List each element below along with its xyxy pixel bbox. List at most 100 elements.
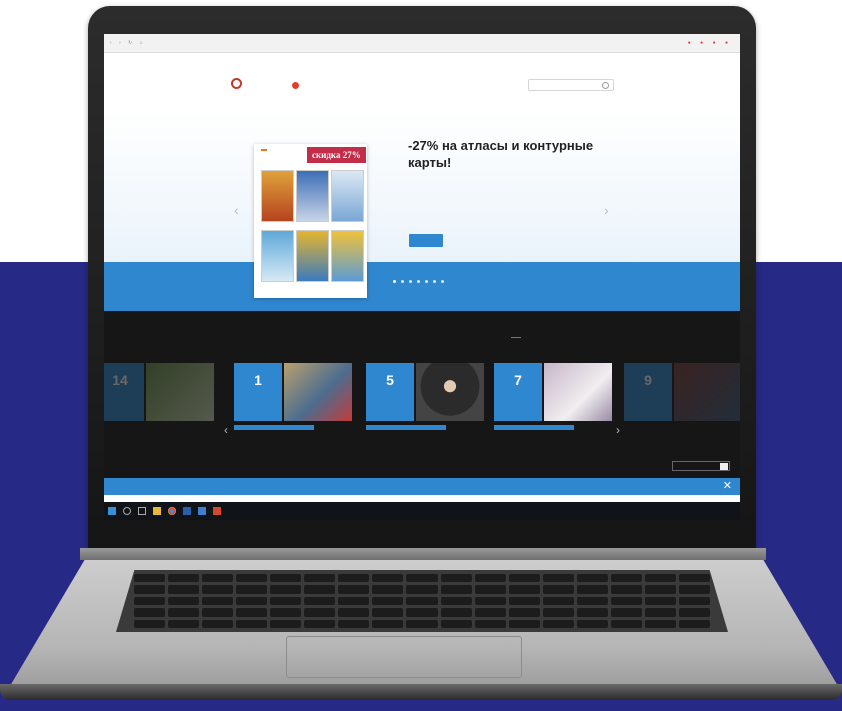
keyboard-key: [270, 608, 302, 617]
event-day: 7: [514, 372, 522, 388]
keyboard-key: [168, 585, 200, 594]
browser-nav-icons[interactable]: ‹ › ↻ ⌂: [110, 40, 146, 46]
keyboard-key: [304, 608, 336, 617]
keyboard-key: [202, 596, 234, 606]
keyboard-key: [610, 608, 642, 617]
keyboard-key: [202, 574, 234, 583]
event-category[interactable]: [234, 425, 314, 430]
keyboard-key: [338, 596, 370, 606]
keyboard-key: [678, 585, 710, 594]
promo-title: -27% на атласы и контурные карты!: [408, 138, 594, 170]
hero-pagination: [393, 280, 444, 283]
laptop-screen: ‹ › ↻ ⌂ ● ● ● ● скидка 27% -27% на атлас…: [104, 34, 740, 520]
app-icon[interactable]: [198, 507, 206, 515]
event-photo: [674, 363, 740, 421]
keyboard-key: [304, 574, 336, 583]
events-prev-arrow-icon[interactable]: ‹: [224, 423, 228, 437]
search-icon[interactable]: [602, 82, 609, 89]
keyboard-key: [610, 585, 642, 594]
event-day: 9: [644, 372, 652, 388]
keyboard-key: [134, 619, 166, 628]
keyboard-key: [304, 619, 336, 628]
keyboard-key: [542, 585, 574, 594]
keyboard-key: [678, 608, 710, 617]
keyboard-key: [678, 596, 710, 606]
keyboard-key: [440, 574, 472, 583]
keyboard-key: [338, 585, 370, 594]
app-icon[interactable]: [183, 507, 191, 515]
keyboard-key: [542, 574, 574, 583]
keyboard-key: [202, 585, 234, 594]
pagination-dot[interactable]: [393, 280, 396, 283]
site-logo[interactable]: [231, 78, 245, 89]
keyboard-key: [372, 619, 404, 628]
laptop-base-edge: [0, 684, 842, 700]
keyboard-key: [202, 619, 234, 628]
os-taskbar: [104, 502, 740, 520]
keyboard-key: [304, 596, 336, 606]
event-date: 1: [234, 363, 282, 421]
keyboard-key: [236, 585, 268, 594]
keyboard-key: [644, 574, 676, 583]
keyboard-key: [270, 574, 302, 583]
close-icon[interactable]: ✕: [723, 478, 732, 495]
keyboard-key: [270, 596, 302, 606]
pagination-dot[interactable]: [441, 280, 444, 283]
keyboard-key: [168, 619, 200, 628]
keyboard-key: [236, 574, 268, 583]
keyboard-key: [134, 585, 166, 594]
hero-next-arrow-icon[interactable]: ›: [604, 202, 609, 218]
keyboard-key: [576, 619, 608, 628]
brand-logo[interactable]: [292, 82, 301, 89]
keyboard-key: [576, 574, 608, 583]
site-header: [104, 64, 740, 112]
events-more-icon: [720, 463, 728, 470]
keyboard-key: [474, 619, 506, 628]
event-day: 14: [112, 372, 128, 388]
search-taskbar-icon[interactable]: [123, 507, 131, 515]
browser-address-bar[interactable]: ‹ › ↻ ⌂ ● ● ● ●: [104, 34, 740, 53]
events-next-arrow-icon[interactable]: ›: [616, 423, 620, 437]
search-input[interactable]: [528, 79, 614, 91]
keyboard-key: [134, 574, 166, 583]
keyboard-key: [406, 608, 438, 617]
hero-prev-arrow-icon[interactable]: ‹: [234, 202, 239, 218]
pagination-dot[interactable]: [425, 280, 428, 283]
pagination-dot[interactable]: [433, 280, 436, 283]
pagination-dot[interactable]: [401, 280, 404, 283]
pagination-dot[interactable]: [417, 280, 420, 283]
keyboard-key: [440, 596, 472, 606]
promo-button[interactable]: [409, 234, 443, 247]
logo-mark-icon: [231, 78, 242, 89]
folder-icon[interactable]: [153, 507, 161, 515]
keyboard-key: [372, 585, 404, 594]
book-cover: [296, 170, 329, 222]
keyboard-key: [270, 619, 302, 628]
keyboard-key: [576, 585, 608, 594]
keyboard-key: [202, 608, 234, 617]
events-more-button[interactable]: [672, 461, 730, 471]
app-icon[interactable]: [213, 507, 221, 515]
task-view-icon[interactable]: [138, 507, 146, 515]
browser-icon[interactable]: [168, 507, 176, 515]
keyboard-key: [372, 608, 404, 617]
event-date: 7: [494, 363, 542, 421]
cookie-banner: ✕: [104, 478, 740, 495]
pagination-dot[interactable]: [409, 280, 412, 283]
keyboard-key: [576, 608, 608, 617]
keyboard-key: [474, 596, 506, 606]
browser-extension-icons[interactable]: ● ● ● ●: [688, 40, 732, 46]
keyboard-key: [236, 596, 268, 606]
events-section: 14 1 5 7 9 ‹ ›: [104, 311, 740, 491]
keyboard-key: [406, 585, 438, 594]
start-icon[interactable]: [108, 507, 116, 515]
event-category[interactable]: [494, 425, 574, 430]
keyboard-key: [644, 619, 676, 628]
keyboard-key: [508, 596, 540, 606]
keyboard-key: [474, 608, 506, 617]
keyboard-key: [372, 596, 404, 606]
event-category[interactable]: [366, 425, 446, 430]
event-day: 5: [386, 372, 394, 388]
keyboard-key: [338, 608, 370, 617]
keyboard-key: [372, 574, 404, 583]
